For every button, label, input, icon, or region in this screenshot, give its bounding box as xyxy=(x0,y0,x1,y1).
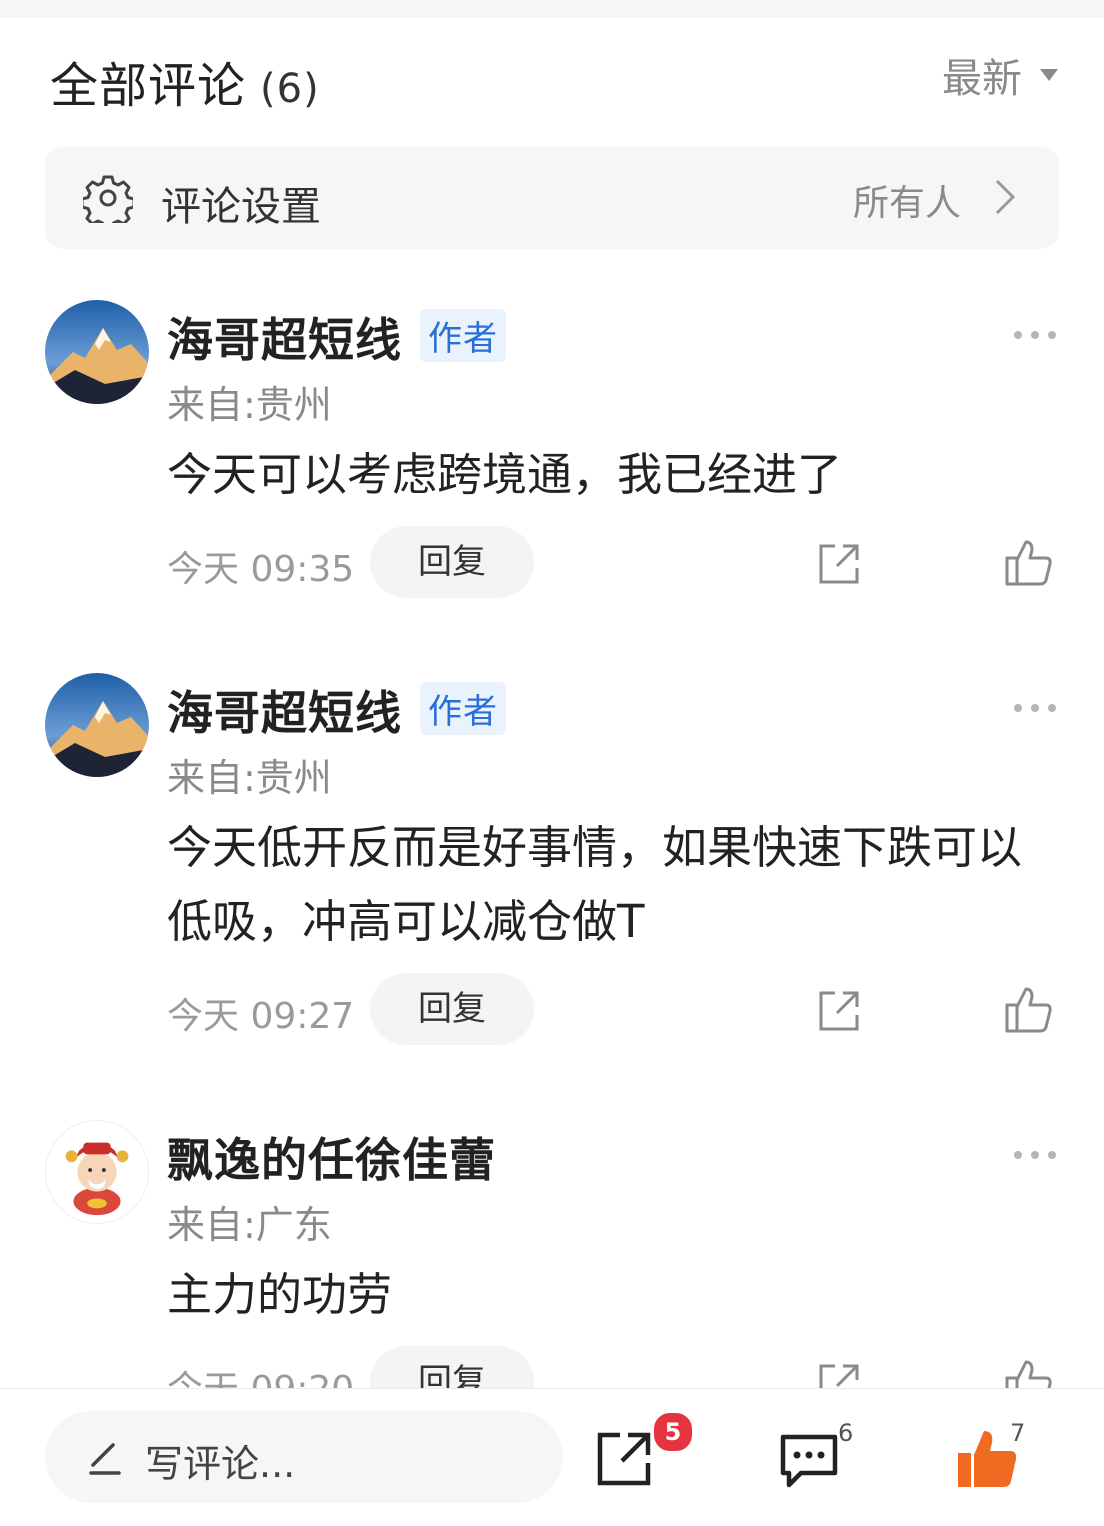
caret-down-icon xyxy=(1040,69,1058,81)
author-badge: 作者 xyxy=(420,309,506,362)
reply-button[interactable]: 回复 xyxy=(370,973,534,1045)
page-title: 全部评论 (6) xyxy=(50,46,320,116)
thumbs-up-filled-icon[interactable] xyxy=(956,1429,1018,1489)
more-options-icon[interactable] xyxy=(1012,701,1058,715)
comment-icon[interactable] xyxy=(779,1433,839,1489)
more-options-icon[interactable] xyxy=(1012,1148,1058,1162)
comment-count-badge: 6 xyxy=(838,1419,854,1447)
author-name: 海哥超短线 xyxy=(167,313,402,367)
comment-origin: 来自:广东 xyxy=(167,1203,332,1247)
mountain-avatar-image xyxy=(45,673,149,777)
more-options-icon[interactable] xyxy=(1012,328,1058,342)
write-comment-input[interactable]: 写评论... xyxy=(45,1411,563,1503)
thumbs-up-icon[interactable] xyxy=(1004,985,1054,1035)
comment-origin: 来自:贵州 xyxy=(167,756,332,800)
mountain-avatar-image xyxy=(45,300,149,404)
share-icon[interactable] xyxy=(596,1429,654,1487)
comment-text: 今天低开反而是好事情，如果快速下跌可以低吸，冲高可以减仓做T xyxy=(167,821,1023,948)
chevron-right-icon xyxy=(995,179,1016,215)
comments-header: 全部评论 (6) 最新 xyxy=(0,18,1104,136)
thumbs-up-icon[interactable] xyxy=(1004,538,1054,588)
author-badge: 作者 xyxy=(420,682,506,735)
avatar[interactable] xyxy=(45,1120,149,1224)
top-strip xyxy=(0,0,1104,18)
comment-text: 今天可以考虑跨境通，我已经进了 xyxy=(167,448,843,501)
reply-button[interactable]: 回复 xyxy=(370,526,534,598)
avatar[interactable] xyxy=(45,673,149,777)
author-name: 飘逸的任徐佳蕾 xyxy=(167,1133,496,1187)
avatar[interactable] xyxy=(45,300,149,404)
comment-actions: 今天 09:27 回复 xyxy=(0,973,1104,1047)
sort-dropdown[interactable]: 最新 xyxy=(942,46,1058,104)
comment-time: 今天 09:27 xyxy=(167,996,355,1037)
comment-author[interactable]: 海哥超短线 作者 xyxy=(167,677,506,743)
comment-text: 主力的功劳 xyxy=(167,1268,393,1321)
pencil-icon xyxy=(89,1443,121,1475)
comment-actions: 今天 09:35 回复 xyxy=(0,526,1104,600)
comment-count: (6) xyxy=(260,66,320,112)
author-name: 海哥超短线 xyxy=(167,686,402,740)
bottom-action-bar: 写评论... 5 6 7 xyxy=(0,1388,1104,1526)
settings-value: 所有人 xyxy=(852,183,961,224)
settings-label: 评论设置 xyxy=(161,184,321,230)
write-comment-placeholder: 写评论... xyxy=(145,1442,296,1486)
like-count-badge: 7 xyxy=(1010,1419,1026,1447)
comment-author[interactable]: 飘逸的任徐佳蕾 xyxy=(167,1124,496,1190)
gear-icon xyxy=(83,175,133,223)
share-icon[interactable] xyxy=(815,540,863,588)
fortune-god-avatar-image xyxy=(46,1121,148,1223)
comment-settings-row[interactable]: 评论设置 所有人 xyxy=(45,147,1059,249)
share-notification-badge: 5 xyxy=(651,1410,695,1454)
comment-author[interactable]: 海哥超短线 作者 xyxy=(167,304,506,370)
comment-origin: 来自:贵州 xyxy=(167,383,332,427)
title-label: 全部评论 xyxy=(50,58,247,114)
sort-label: 最新 xyxy=(942,56,1022,102)
share-icon[interactable] xyxy=(815,987,863,1035)
comment-time: 今天 09:35 xyxy=(167,549,355,590)
